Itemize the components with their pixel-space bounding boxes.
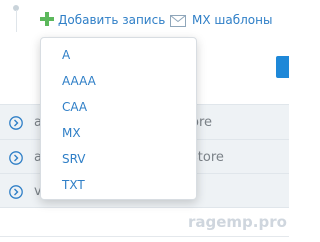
menu-item-mx[interactable]: MX [41, 120, 196, 146]
record-type-menu: A AAAA CAA MX SRV TXT [40, 37, 197, 200]
envelope-icon[interactable] [170, 15, 186, 27]
chevron-right-circle-icon[interactable] [9, 116, 23, 130]
record-type-list: A AAAA CAA MX SRV TXT [41, 42, 196, 198]
tree-connector-line [16, 10, 17, 32]
footer-divider [0, 236, 289, 237]
menu-item-txt[interactable]: TXT [41, 172, 196, 198]
menu-item-aaaa[interactable]: AAAA [41, 68, 196, 94]
primary-button-fragment[interactable] [276, 56, 289, 78]
chevron-right-circle-icon[interactable] [9, 151, 23, 165]
mx-templates-button[interactable]: MX шаблоны [192, 13, 272, 27]
menu-item-srv[interactable]: SRV [41, 146, 196, 172]
add-record-button[interactable]: Добавить запись [58, 13, 165, 27]
chevron-right-circle-icon[interactable] [9, 185, 23, 199]
menu-item-a[interactable]: A [41, 42, 196, 68]
plus-icon[interactable] [40, 12, 54, 26]
menu-item-caa[interactable]: CAA [41, 94, 196, 120]
watermark-text: ragemp.pro [188, 213, 287, 231]
